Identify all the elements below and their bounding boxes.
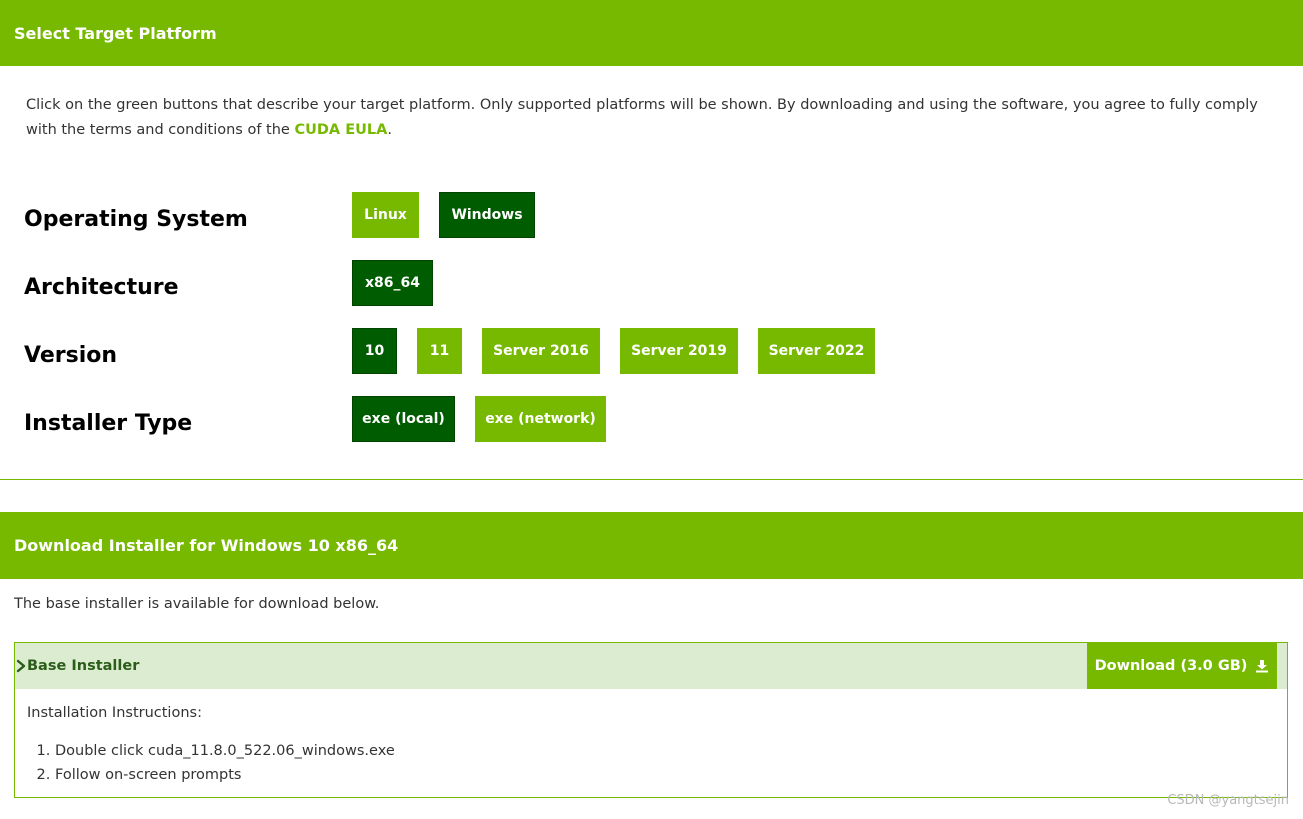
os-label: Operating System (24, 207, 248, 232)
installation-steps: Double click cuda_11.8.0_522.06_windows.… (39, 739, 395, 787)
intro-text: Click on the green buttons that describe… (26, 93, 1276, 143)
version-option-11[interactable]: 11 (417, 328, 462, 374)
csdn-watermark: CSDN @yangtsejin (1167, 793, 1289, 808)
version-label: Version (24, 343, 118, 368)
download-icon (1256, 660, 1269, 673)
base-installer-bar[interactable]: Base Installer Download (3.0 GB) (15, 643, 1287, 689)
installation-instructions-title: Installation Instructions: (27, 705, 202, 721)
intro-end: . (387, 122, 392, 138)
chevron-right-icon (16, 659, 26, 673)
cuda-eula-link[interactable]: CUDA EULA (294, 122, 387, 138)
page: Select Target Platform Click on the gree… (0, 0, 1303, 819)
version-option-server-2019[interactable]: Server 2019 (620, 328, 738, 374)
select-platform-title: Select Target Platform (14, 23, 217, 43)
version-option-server-2016[interactable]: Server 2016 (482, 328, 600, 374)
base-installer-toggle[interactable]: Base Installer (15, 643, 139, 689)
intro-body: Click on the green buttons that describe… (26, 97, 1258, 138)
version-option-server-2022[interactable]: Server 2022 (758, 328, 875, 374)
base-installer-title: Base Installer (27, 658, 140, 674)
installer-type-label: Installer Type (24, 411, 193, 436)
os-option-windows[interactable]: Windows (439, 192, 535, 238)
download-button[interactable]: Download (3.0 GB) (1087, 643, 1277, 689)
architecture-label: Architecture (24, 275, 179, 300)
installation-step: Double click cuda_11.8.0_522.06_windows.… (55, 739, 395, 763)
download-installer-header: Download Installer for Windows 10 x86_64 (0, 512, 1303, 579)
installer-option-exe-local[interactable]: exe (local) (352, 396, 455, 442)
select-platform-header: Select Target Platform (0, 0, 1303, 66)
version-option-10[interactable]: 10 (352, 328, 397, 374)
base-installer-panel: Base Installer Download (3.0 GB) Install… (14, 642, 1288, 798)
section-divider (0, 479, 1303, 480)
download-installer-title: Download Installer for Windows 10 x86_64 (14, 536, 399, 555)
installer-option-exe-network[interactable]: exe (network) (475, 396, 606, 442)
arch-option-x86-64[interactable]: x86_64 (352, 260, 433, 306)
base-available-text: The base installer is available for down… (14, 596, 380, 612)
download-button-label: Download (3.0 GB) (1094, 658, 1248, 674)
os-option-linux[interactable]: Linux (352, 192, 419, 238)
installation-step: Follow on-screen prompts (55, 763, 395, 787)
